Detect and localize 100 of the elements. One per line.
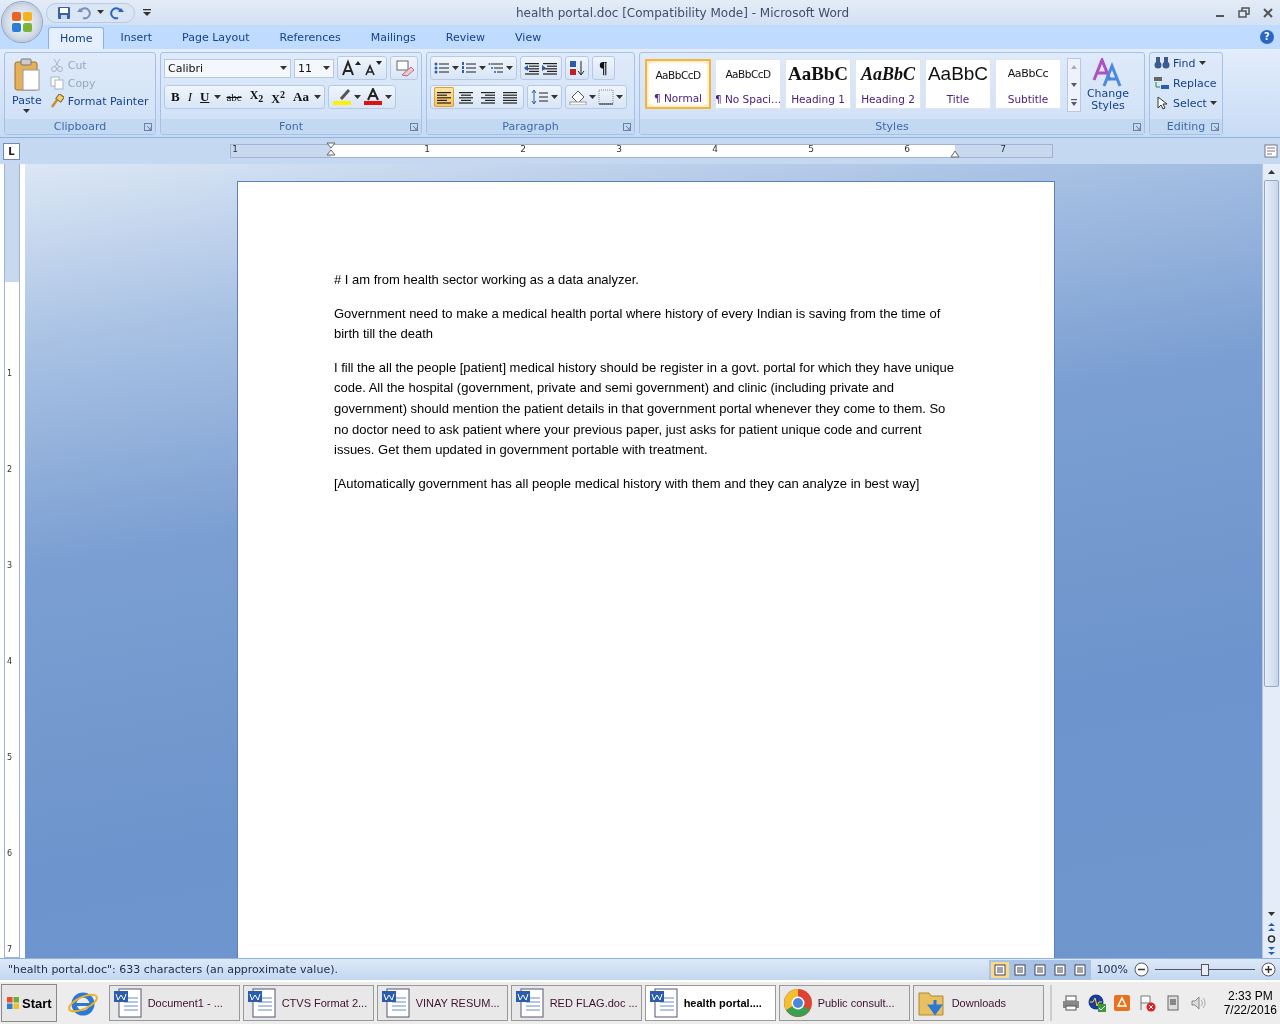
- select-button[interactable]: Select: [1154, 96, 1218, 110]
- caret-icon[interactable]: [551, 94, 558, 100]
- show-formatting-button[interactable]: ¶: [596, 59, 611, 77]
- ribbon-tab[interactable]: Home: [48, 27, 105, 49]
- customize-menu-icon[interactable]: [143, 8, 151, 17]
- font-size-dropdown[interactable]: 11: [293, 58, 334, 78]
- taskbar-button[interactable]: Public consult...: [778, 985, 910, 1021]
- change-case-button[interactable]: Aa: [290, 88, 312, 106]
- paint-bucket-icon[interactable]: [569, 89, 587, 105]
- caret-icon[interactable]: [589, 94, 596, 100]
- style-gallery-item[interactable]: AaBbCc Subtitle: [995, 59, 1061, 109]
- caret-icon[interactable]: [506, 65, 513, 71]
- binoculars-icon: [1154, 56, 1170, 70]
- grow-font-icon[interactable]: [341, 59, 361, 77]
- caret-icon[interactable]: [214, 94, 222, 100]
- highlighter-icon[interactable]: [331, 88, 352, 106]
- slider-thumb[interactable]: [1201, 963, 1209, 976]
- dialog-launcher-icon[interactable]: [410, 123, 418, 131]
- undo-icon[interactable]: [77, 5, 91, 20]
- caret-icon[interactable]: [353, 94, 361, 100]
- clipboard-format-painter-button[interactable]: Format Painter: [49, 94, 149, 108]
- scroll-thumb[interactable]: [1264, 180, 1279, 687]
- caret-icon[interactable]: [479, 65, 486, 71]
- paste-button[interactable]: Paste: [8, 56, 46, 119]
- save-icon[interactable]: [57, 5, 71, 20]
- indent-marker-icon[interactable]: [326, 142, 336, 156]
- ribbon-tab[interactable]: View: [501, 27, 556, 49]
- page-icon: [1033, 963, 1046, 976]
- start-button[interactable]: Start: [1, 984, 57, 1022]
- close-icon[interactable]: [1262, 6, 1274, 19]
- multilevel-list-icon[interactable]: [488, 61, 504, 75]
- decrease-indent-icon[interactable]: [524, 61, 540, 75]
- style-gallery-item[interactable]: AaBbC Heading 2: [855, 59, 921, 109]
- align-right-icon: [480, 90, 496, 104]
- office-button[interactable]: [2, 2, 42, 42]
- zoom-in-icon[interactable]: [1261, 962, 1276, 977]
- restore-icon[interactable]: [1238, 6, 1250, 19]
- bullet-list-icon[interactable]: [434, 61, 450, 75]
- style-gallery-item[interactable]: AaBbC Heading 1: [785, 59, 851, 109]
- dialog-launcher-icon[interactable]: [144, 123, 152, 131]
- numbered-list-icon[interactable]: [461, 61, 477, 75]
- shrink-font-icon[interactable]: [363, 59, 383, 77]
- taskbar-button[interactable]: RED FLAG.doc ...: [510, 985, 642, 1021]
- align-left-button[interactable]: [434, 87, 454, 107]
- ruler-number: 2: [519, 144, 527, 154]
- caret-icon[interactable]: [384, 94, 392, 100]
- strikethrough-button[interactable]: abc: [223, 88, 245, 106]
- ribbon-tab[interactable]: Review: [431, 27, 500, 49]
- caret-icon[interactable]: [97, 10, 104, 15]
- flag-error-icon[interactable]: [1137, 994, 1156, 1012]
- bold-button[interactable]: B: [168, 88, 183, 106]
- tab-selector-button[interactable]: L: [3, 142, 20, 160]
- change-styles-button[interactable]: Change Styles: [1085, 56, 1131, 119]
- font-name-dropdown[interactable]: Calibri: [164, 58, 291, 78]
- align-center-icon: [458, 90, 474, 104]
- style-gallery-item[interactable]: AaBbC Title: [925, 59, 991, 109]
- page-icon: [1073, 963, 1086, 976]
- taskbar-button[interactable]: CTVS Format 2...: [242, 985, 374, 1021]
- style-gallery-item[interactable]: AaBbCcD ¶ No Spaci...: [715, 59, 781, 109]
- dialog-launcher-icon[interactable]: [1211, 123, 1219, 131]
- printer-icon[interactable]: [1061, 995, 1080, 1011]
- help-button[interactable]: ?: [1260, 30, 1274, 44]
- clock-time[interactable]: 2:33 PM: [1227, 989, 1273, 1003]
- network-check-icon[interactable]: [1087, 994, 1106, 1012]
- ruler-number: 2: [7, 465, 13, 474]
- ribbon-tab[interactable]: Page Layout: [168, 27, 264, 49]
- ribbon-tab[interactable]: Insert: [106, 27, 167, 49]
- zoom-level[interactable]: 100%: [1096, 963, 1128, 976]
- style-gallery-item[interactable]: AaBbCcD ¶ Normal: [645, 59, 711, 109]
- increase-indent-icon[interactable]: [542, 61, 558, 75]
- taskbar-button[interactable]: Downloads: [912, 985, 1044, 1021]
- find-button[interactable]: Find: [1154, 56, 1218, 70]
- print-layout-view-button[interactable]: [990, 961, 1009, 978]
- caret-icon[interactable]: [313, 94, 321, 100]
- right-indent-marker-icon[interactable]: [950, 150, 960, 158]
- replace-icon: [1154, 76, 1170, 90]
- app-tray-icon[interactable]: [1113, 995, 1130, 1011]
- speaker-icon[interactable]: [1189, 994, 1208, 1012]
- redo-icon[interactable]: [110, 5, 124, 20]
- taskbar-button[interactable]: Document1 - ...: [108, 985, 240, 1021]
- subscript-button[interactable]: X$_{2}$: [246, 85, 267, 109]
- ribbon-tab[interactable]: References: [265, 27, 355, 49]
- line-spacing-icon[interactable]: [531, 90, 549, 104]
- document-icon: [246, 988, 277, 1018]
- clock-date[interactable]: 7/22/2016: [1223, 1003, 1277, 1017]
- dialog-launcher-icon[interactable]: [1133, 123, 1141, 131]
- ribbon-tab[interactable]: Mailings: [356, 27, 430, 49]
- replace-button[interactable]: Replace: [1154, 76, 1218, 90]
- taskbar-button[interactable]: VINAY RESUM...: [376, 985, 508, 1021]
- font-color-icon[interactable]: [362, 88, 383, 106]
- taskbar-button[interactable]: health portal....: [644, 985, 776, 1021]
- caret-icon[interactable]: [452, 65, 459, 71]
- caret-icon[interactable]: [616, 94, 623, 100]
- zoom-out-icon[interactable]: [1134, 962, 1149, 977]
- borders-icon[interactable]: [598, 89, 614, 105]
- superscript-button[interactable]: X$^{2}$: [268, 86, 288, 108]
- italic-button[interactable]: I: [184, 88, 195, 106]
- underline-button[interactable]: U: [197, 88, 213, 106]
- document-icon: [514, 988, 545, 1018]
- dialog-launcher-icon[interactable]: [623, 123, 631, 131]
